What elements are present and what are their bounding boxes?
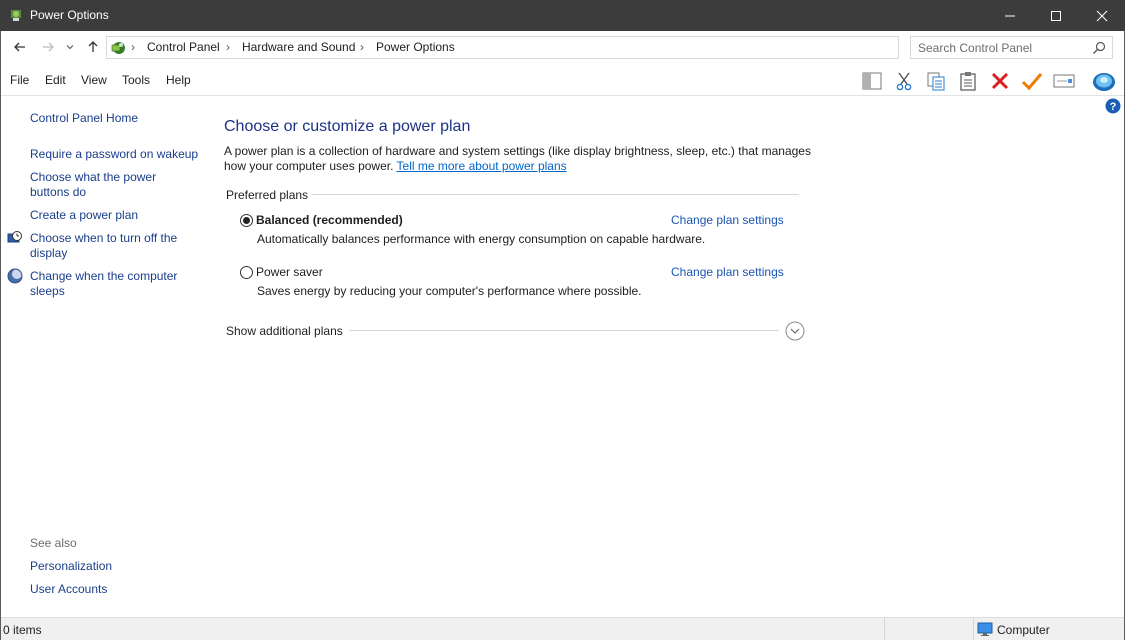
svg-text:?: ? [1110,101,1117,113]
search-box [910,36,1113,59]
breadcrumb-hardware-and-sound[interactable]: Hardware and Sound [242,40,355,54]
balanced-change-settings-link[interactable]: Change plan settings [671,213,784,227]
search-icon[interactable] [1091,40,1107,56]
copy-button[interactable] [924,69,948,93]
control-panel-icon [111,42,125,54]
menu-edit[interactable]: Edit [45,73,66,87]
balanced-radio[interactable] [240,214,253,227]
search-input[interactable] [911,37,1086,58]
arrow-left-icon [14,42,25,52]
layout-pane-button[interactable] [860,69,884,93]
zone-label: Computer [997,623,1050,637]
breadcrumb-separator: › [360,40,364,54]
left-pane: Control Panel Home Require a password on… [0,97,210,617]
paste-icon [960,72,976,91]
checkmark-button[interactable] [1020,69,1044,93]
paste-button[interactable] [956,69,980,93]
maximize-button[interactable] [1033,0,1079,31]
power-options-icon [11,10,21,21]
balanced-plan-name[interactable]: Balanced (recommended) [256,213,403,227]
forward-button[interactable] [38,37,58,57]
user-accounts-link[interactable]: User Accounts [30,582,205,597]
address-bar: › Control Panel › Hardware and Sound › P… [0,31,1125,64]
menu-bar: File Edit View Tools Help [0,64,1125,96]
copy-icon [927,72,945,91]
status-divider [884,618,885,640]
tell-me-more-link[interactable]: Tell me more about power plans [397,159,567,173]
preferred-plans-label: Preferred plans [226,188,309,202]
close-button[interactable] [1079,0,1125,31]
shell-icon [1093,73,1115,91]
breadcrumb-power-options[interactable]: Power Options [376,40,455,54]
cut-icon [896,72,912,91]
require-password-link[interactable]: Require a password on wakeup [30,147,205,162]
breadcrumb-separator: › [131,40,135,54]
menu-help[interactable]: Help [166,73,191,87]
breadcrumb-separator: › [226,40,230,54]
computer-icon [977,622,993,636]
preferred-plans-divider [312,194,799,195]
menu-tools[interactable]: Tools [122,73,150,87]
close-icon [1096,10,1108,21]
arrow-right-icon [43,42,54,52]
page-title: Choose or customize a power plan [224,118,471,135]
check-icon [1021,73,1043,91]
minimize-icon [1005,15,1015,16]
cut-button[interactable] [892,69,916,93]
control-panel-home-link[interactable]: Control Panel Home [30,111,205,126]
turn-off-display-link[interactable]: Choose when to turn off the display [30,231,190,261]
back-button[interactable] [10,37,30,57]
delete-icon [991,72,1009,90]
power-buttons-link[interactable]: Choose what the power buttons do [30,170,170,200]
delete-button[interactable] [988,69,1012,93]
intro-paragraph: A power plan is a collection of hardware… [224,144,814,174]
minimize-button[interactable] [987,0,1033,31]
additional-plans-divider [349,330,779,331]
menu-file[interactable]: File [10,73,29,87]
recent-locations-button[interactable] [63,37,77,57]
window-title: Power Options [30,8,109,22]
sleep-moon-icon [7,268,23,284]
help-icon[interactable]: ? [1105,98,1121,114]
balanced-plan-description: Automatically balances performance with … [257,232,706,246]
title-bar: Power Options [0,0,1125,31]
menu-view[interactable]: View [81,73,107,87]
address-field[interactable]: › Control Panel › Hardware and Sound › P… [106,36,999,59]
power-saver-radio[interactable] [240,266,253,279]
see-also-heading: See also [30,536,77,550]
status-divider [973,618,974,640]
display-timer-icon [7,231,22,243]
show-additional-plans-label[interactable]: Show additional plans [226,324,343,338]
computer-sleeps-link[interactable]: Change when the computer sleeps [30,269,190,299]
maximize-icon [1051,10,1061,21]
create-power-plan-link[interactable]: Create a power plan [30,208,205,223]
arrow-up-icon [88,41,98,52]
power-saver-plan-name[interactable]: Power saver [256,265,323,279]
shell-button[interactable] [1090,69,1118,93]
properties-icon [1053,74,1075,88]
properties-button[interactable] [1052,69,1076,93]
breadcrumb-control-panel[interactable]: Control Panel [147,40,220,54]
power-saver-plan-description: Saves energy by reducing your computer's… [257,284,642,298]
up-button[interactable] [83,37,103,57]
expand-chevron-icon[interactable] [785,321,805,341]
chevron-down-icon [66,45,74,50]
item-count: 0 items [3,623,42,637]
layout-pane-icon [862,72,882,90]
status-bar: 0 items Computer [0,617,1125,640]
personalization-link[interactable]: Personalization [30,559,205,574]
power-saver-change-settings-link[interactable]: Change plan settings [671,265,784,279]
